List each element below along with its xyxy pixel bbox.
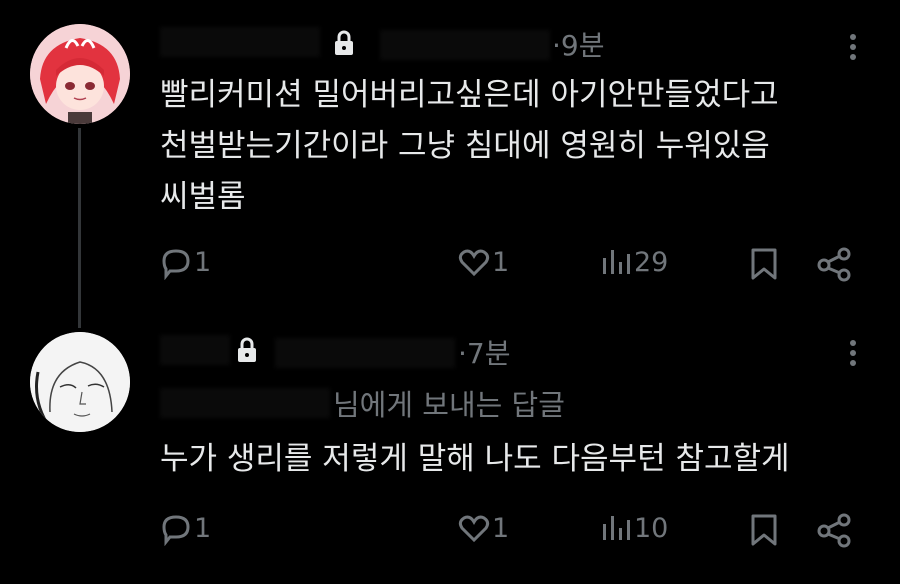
more-icon[interactable]: [850, 30, 858, 64]
avatar-image: [30, 332, 130, 432]
post-header: [160, 330, 230, 370]
views-icon: [603, 250, 630, 274]
share-icon[interactable]: [816, 246, 854, 282]
like-button[interactable]: 1: [456, 244, 509, 280]
reply-count: 1: [194, 512, 212, 544]
lock-icon: [335, 30, 353, 55]
views-button[interactable]: 10: [600, 510, 668, 546]
reply-target-redacted: [160, 388, 330, 418]
bookmark-icon[interactable]: [748, 512, 780, 548]
display-name-redacted: [160, 335, 230, 365]
reply-icon: [162, 515, 190, 546]
thread-line: [78, 128, 81, 328]
action-bar: 1 1 29: [0, 244, 900, 284]
reply-count: 1: [194, 246, 212, 278]
post-text: 누가 생리를 저렇게 말해 나도 다음부턴 참고할게: [160, 441, 790, 477]
avatar[interactable]: [30, 332, 130, 432]
like-button[interactable]: 1: [456, 510, 509, 546]
like-count: 1: [492, 246, 510, 278]
share-icon[interactable]: [816, 512, 854, 548]
avatar[interactable]: [30, 24, 130, 124]
action-bar: 1 1 10: [0, 510, 900, 550]
more-icon[interactable]: [850, 336, 858, 370]
post-time[interactable]: ·7분: [458, 332, 510, 372]
views-icon: [603, 516, 630, 540]
views-button[interactable]: 29: [600, 244, 668, 280]
display-name-redacted: [160, 27, 320, 57]
lock-icon: [238, 337, 256, 362]
reply-button[interactable]: 1: [158, 510, 211, 546]
reply-icon: [162, 249, 190, 280]
view-count: 10: [634, 512, 669, 544]
reply-to-label[interactable]: 님에게 보내는 답글: [333, 382, 565, 424]
view-count: 29: [634, 246, 669, 278]
avatar-image: [30, 24, 130, 124]
heart-icon: [458, 515, 490, 543]
handle-redacted: [275, 338, 455, 368]
post-header: [160, 22, 320, 62]
reply-button[interactable]: 1: [158, 244, 211, 280]
handle-redacted: [380, 30, 550, 60]
heart-icon: [458, 249, 490, 277]
post-time[interactable]: ·9분: [552, 24, 604, 64]
bookmark-icon[interactable]: [748, 246, 780, 282]
like-count: 1: [492, 512, 510, 544]
post-text: 빨리커미션 밀어버리고싶은데 아기안만들었다고 천벌받는기간이라 그냥 침대에 …: [160, 77, 779, 215]
